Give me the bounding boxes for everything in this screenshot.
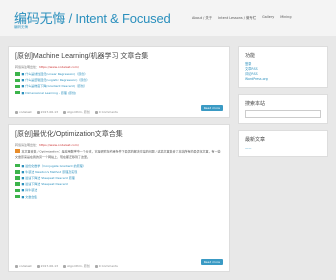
tag-icon	[15, 72, 20, 76]
comment-icon	[94, 264, 98, 268]
post-footer: codelast 2017-06-13 Algorithm, 原创 0 Comm…	[15, 264, 118, 268]
nav-about[interactable]: About / 关于	[192, 15, 212, 20]
post-card: [原创]最优化/Optimization文章合集 转载请注明出处：https:/…	[8, 124, 230, 272]
post-lines: ■ 什么是线性回归(Linear Regression)（原创） ■ 什么是逻辑…	[15, 71, 223, 96]
top-nav: About / 关于 Intent Lessons / 微专栏 Gallery …	[192, 15, 291, 20]
site-title[interactable]: 编码无悔 / Intent & Focused	[14, 8, 171, 27]
calendar-icon	[36, 110, 40, 114]
meta-url[interactable]: https://www.codelast.com/	[39, 143, 79, 147]
tag-icon	[15, 90, 20, 95]
panel-title: 搜索本站	[245, 101, 266, 107]
recent-panel: 最新文章 ——	[238, 130, 328, 157]
post-lines: ■ 最优化数学（Conjugate Gradient 的原理） ■ 牛顿法 Ne…	[15, 163, 223, 200]
tag-icon	[15, 182, 20, 186]
calendar-icon	[36, 264, 40, 268]
meta-prefix: 转载请注明出处：	[15, 143, 40, 147]
folder-icon	[63, 110, 67, 114]
tag-icon	[15, 78, 20, 83]
author[interactable]: codelast	[15, 110, 32, 114]
panel-title: 最新文章	[245, 137, 266, 143]
search-panel: 搜索本站	[238, 94, 328, 124]
folder-icon	[63, 264, 67, 268]
site-header: 编码无悔 / Intent & Focused 编码无悔 About / 关于 …	[0, 0, 336, 36]
comments[interactable]: 0 Comments	[94, 264, 118, 268]
function-panel: 功能 登录 文章RSS 评论RSS WordPress.org	[238, 46, 328, 88]
post-card: [原创]Machine Learning/机器学习 文章合集 转载请注明出处：h…	[8, 46, 230, 118]
tag-icon	[15, 170, 20, 174]
user-icon	[15, 264, 18, 268]
date: 2017-06-13	[36, 264, 58, 268]
nav-intent-lessons[interactable]: Intent Lessons / 微专栏	[218, 15, 256, 20]
sidebar-link-wordpress[interactable]: WordPress.org	[245, 77, 321, 82]
tag-icon	[15, 194, 20, 199]
read-more-button[interactable]: Read more	[200, 105, 223, 111]
comment-icon	[94, 110, 98, 114]
post-footer: codelast 2017-06-13 Algorithm, 原创 0 Comm…	[15, 110, 118, 114]
panel-title: 功能	[245, 53, 256, 59]
recent-post-link[interactable]: ——	[245, 146, 321, 151]
search-input[interactable]	[245, 110, 321, 118]
post-title[interactable]: [原创]Machine Learning/机器学习 文章合集	[15, 51, 223, 61]
main-content: [原创]Machine Learning/机器学习 文章合集 转载请注明出处：h…	[8, 46, 230, 272]
tag-icon	[15, 149, 20, 153]
tag-icon	[15, 163, 20, 168]
tag-icon	[15, 188, 20, 193]
date: 2017-06-13	[36, 110, 58, 114]
post-meta: 转载请注明出处：https://www.codelast.com/	[15, 65, 223, 69]
post-meta: 转载请注明出处：https://www.codelast.com/	[15, 143, 223, 147]
tag-icon	[15, 176, 20, 180]
meta-prefix: 转载请注明出处：	[15, 65, 40, 69]
list-item[interactable]: ■ Dimensional Learning - 原理 (原创)	[15, 90, 223, 96]
author[interactable]: codelast	[15, 264, 32, 268]
meta-url[interactable]: https://www.codelast.com/	[39, 65, 79, 69]
read-more-button[interactable]: Read more	[200, 259, 223, 265]
category[interactable]: Algorithm, 原创	[63, 110, 90, 114]
category[interactable]: Algorithm, 原创	[63, 264, 90, 268]
comments[interactable]: 0 Comments	[94, 110, 118, 114]
list-item[interactable]: ■ 文章合集	[15, 193, 223, 199]
post-excerpt: 本文章合集 / Optimization：是应用数学中一个分支，它是研究在约束条…	[15, 149, 221, 159]
sidebar: 功能 登录 文章RSS 评论RSS WordPress.org 搜索本站 最新文…	[238, 46, 328, 157]
tag-icon	[15, 84, 20, 89]
user-icon	[15, 110, 18, 114]
nav-mining[interactable]: Mining	[280, 15, 291, 20]
nav-gallery[interactable]: Gallery	[262, 15, 274, 20]
post-title[interactable]: [原创]最优化/Optimization文章合集	[15, 129, 223, 139]
site-tagline: 编码无悔	[14, 25, 28, 29]
